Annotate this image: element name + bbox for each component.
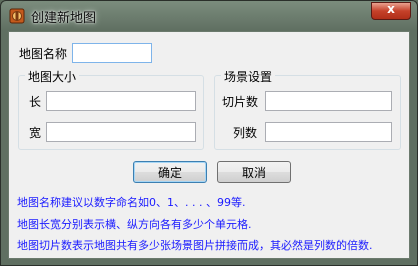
length-input[interactable] — [46, 91, 196, 111]
close-button[interactable]: x — [371, 2, 411, 20]
map-app-icon — [9, 8, 25, 24]
width-input[interactable] — [46, 122, 196, 142]
create-map-dialog: 创建新地图 x 地图名称 地图大小 长 宽 场景设置 切片数 列数 确定 取消 … — [0, 0, 418, 266]
title-bar[interactable]: 创建新地图 x — [1, 1, 417, 31]
map-name-input[interactable] — [72, 43, 152, 63]
hint-line-3: 地图切片数表示地图共有多少张场景图片拼接而成，其必然是列数的倍数. — [17, 239, 373, 252]
dialog-body: 地图名称 地图大小 长 宽 场景设置 切片数 列数 确定 取消 地图名称建议以数… — [8, 31, 410, 259]
scene-settings-group: 场景设置 切片数 列数 — [214, 68, 401, 150]
cancel-button[interactable]: 取消 — [217, 161, 291, 183]
window-title: 创建新地图 — [31, 11, 97, 26]
columns-input[interactable] — [265, 122, 392, 142]
hint-line-1: 地图名称建议以数字命名如0、1、. . . 、99等. — [17, 196, 246, 209]
tiles-label: 切片数 — [222, 95, 259, 109]
hint-line-2: 地图长宽分别表示横、纵方向各有多少个单元格. — [17, 218, 252, 231]
width-label: 宽 — [29, 126, 42, 140]
tiles-input[interactable] — [265, 91, 392, 111]
columns-label: 列数 — [233, 126, 258, 140]
map-name-label: 地图名称 — [19, 47, 68, 61]
length-label: 长 — [29, 95, 42, 109]
map-size-group: 地图大小 长 宽 — [18, 68, 204, 150]
map-size-title: 地图大小 — [25, 68, 80, 85]
scene-settings-title: 场景设置 — [221, 68, 276, 85]
close-icon: x — [387, 2, 395, 16]
ok-button[interactable]: 确定 — [133, 161, 207, 183]
